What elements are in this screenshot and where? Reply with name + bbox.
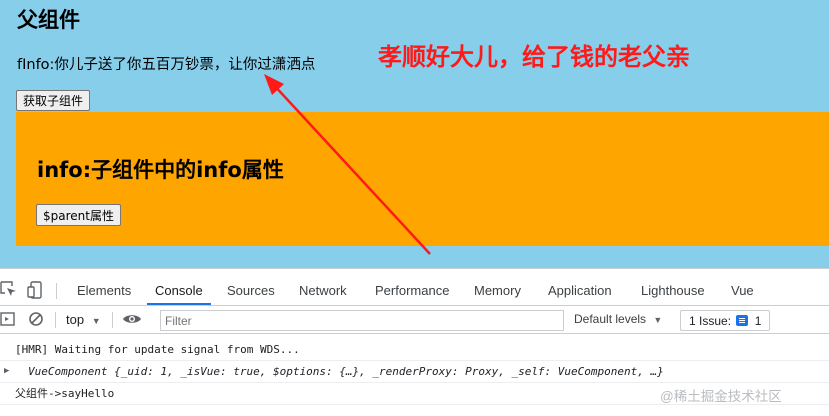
- console-object-text: VueComponent {_uid: 1, _isVue: true, $op…: [28, 365, 664, 378]
- issues-count: 1: [754, 313, 762, 328]
- device-toolbar-icon[interactable]: [27, 281, 45, 299]
- sidebar-toggle-icon[interactable]: [0, 311, 18, 329]
- child-title: info:子组件中的info属性: [37, 158, 284, 182]
- tab-network[interactable]: Network: [299, 277, 347, 305]
- child-component-box: info:子组件中的info属性 $parent属性: [16, 112, 829, 246]
- eye-icon[interactable]: [122, 311, 141, 329]
- console-message-text: [HMR] Waiting for update signal from WDS…: [15, 343, 300, 356]
- parent-title: 父组件: [17, 8, 80, 32]
- console-message: [HMR] Waiting for update signal from WDS…: [0, 339, 829, 361]
- console-toolbar: top ▼ Default levels ▼ 1 Issue: 1: [0, 307, 829, 334]
- context-selector[interactable]: top ▼: [66, 312, 101, 327]
- parent-info-text: fInfo:你儿子送了你五百万钞票，让你过潇洒点: [17, 57, 316, 73]
- issues-label: 1 Issue:: [689, 313, 732, 328]
- context-label: top: [66, 312, 85, 327]
- tab-application[interactable]: Application: [548, 277, 612, 305]
- console-message-text: 父组件->sayHello: [15, 387, 115, 400]
- levels-label: Default levels: [574, 312, 647, 326]
- annotation-text: 孝顺好大儿，给了钱的老父亲: [378, 43, 690, 71]
- tab-sources[interactable]: Sources: [227, 277, 275, 305]
- tab-elements[interactable]: Elements: [77, 277, 131, 305]
- default-levels-dropdown[interactable]: Default levels ▼: [574, 312, 662, 326]
- tab-vue[interactable]: Vue: [731, 277, 754, 305]
- get-child-component-button[interactable]: 获取子组件: [16, 90, 91, 111]
- tab-performance[interactable]: Performance: [375, 277, 449, 305]
- app-viewport: 父组件 fInfo:你儿子送了你五百万钞票，让你过潇洒点 获取子组件 孝顺好大儿…: [0, 0, 829, 268]
- tab-lighthouse[interactable]: Lighthouse: [641, 277, 705, 305]
- console-object-row[interactable]: ▶ VueComponent {_uid: 1, _isVue: true, $…: [0, 361, 829, 383]
- toolbar-separator: [112, 312, 113, 328]
- dropdown-caret-icon: ▼: [653, 315, 663, 325]
- tab-memory[interactable]: Memory: [474, 277, 521, 305]
- tab-console[interactable]: Console: [147, 277, 211, 305]
- devtools-panel: Elements Console Sources Network Perform…: [0, 268, 829, 416]
- inspect-element-icon[interactable]: [0, 281, 18, 299]
- issue-icon: [736, 314, 749, 326]
- filter-input[interactable]: [160, 310, 564, 331]
- devtools-tab-bar: Elements Console Sources Network Perform…: [0, 277, 829, 306]
- dropdown-caret-icon: ▼: [91, 316, 101, 326]
- parent-property-button[interactable]: $parent属性: [36, 204, 121, 226]
- toolbar-separator: [56, 283, 57, 299]
- clear-console-icon[interactable]: [28, 311, 46, 329]
- toolbar-separator: [55, 312, 56, 328]
- watermark: @稀土掘金技术社区: [660, 389, 782, 404]
- expand-triangle-icon[interactable]: ▶: [4, 361, 9, 382]
- issues-button[interactable]: 1 Issue: 1: [680, 310, 771, 331]
